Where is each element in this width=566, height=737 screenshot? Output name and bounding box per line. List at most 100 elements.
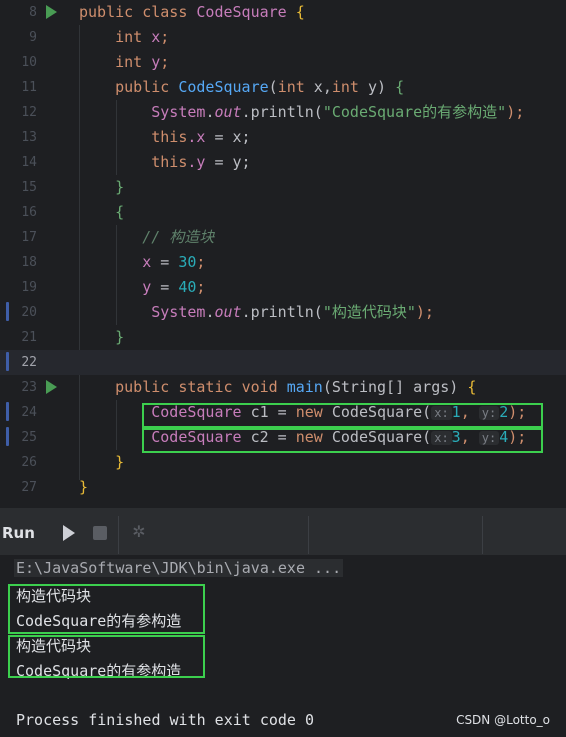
console-output[interactable]: E:\JavaSoftware\JDK\bin\java.exe ... 构造代… — [0, 555, 566, 737]
keyword: public — [115, 78, 170, 96]
class-ref: System — [151, 303, 206, 321]
keyword: int — [115, 53, 143, 71]
keyword: class — [142, 3, 188, 21]
stop-icon[interactable] — [93, 526, 107, 540]
field: x — [142, 253, 152, 271]
class-name: CodeSquare — [196, 3, 287, 21]
code-line: 14 this.y = y; — [0, 150, 566, 175]
field: .y — [187, 153, 206, 171]
line-number: 17 — [21, 230, 37, 245]
number: 40 — [178, 278, 197, 296]
code-line: 17 // 构造块 — [0, 225, 566, 250]
run-gutter-icon[interactable] — [46, 5, 57, 19]
line-number: 12 — [21, 105, 37, 120]
highlight-box — [8, 584, 205, 634]
params: (String[] args) — [322, 378, 468, 396]
punct: ; — [160, 53, 170, 71]
debug-icon[interactable]: ✲ — [130, 523, 148, 541]
punct: ); — [415, 303, 434, 321]
comment: // 构造块 — [142, 228, 215, 246]
line-number: 11 — [21, 80, 37, 95]
number: 30 — [178, 253, 197, 271]
code-line: 21 } — [0, 325, 566, 350]
op: = — [151, 253, 179, 271]
op: = — [151, 278, 179, 296]
brace: } — [115, 178, 125, 196]
line-number: 8 — [29, 5, 37, 20]
assign: = x; — [205, 128, 251, 146]
line-number: 21 — [21, 330, 37, 345]
code-line: 15 } — [0, 175, 566, 200]
watermark: CSDN @Lotto_o — [456, 713, 550, 727]
assign: = y; — [205, 153, 251, 171]
toolbar-divider — [118, 516, 119, 554]
brace: { — [115, 203, 125, 221]
rerun-icon[interactable] — [63, 525, 76, 541]
punct: ; — [196, 253, 206, 271]
punct: ); — [506, 103, 525, 121]
code-line: 13 this.x = x; — [0, 125, 566, 150]
code-line: 8 public class CodeSquare { — [0, 0, 566, 25]
code-line: 12 System.out.println("CodeSquare的有参构造")… — [0, 100, 566, 125]
console-exit-line: Process finished with exit code 0 — [16, 711, 315, 729]
change-marker — [6, 402, 9, 421]
change-marker — [6, 352, 9, 371]
line-number: 19 — [21, 280, 37, 295]
code-editor[interactable]: 8 public class CodeSquare { 9 int x; 10 … — [0, 0, 566, 507]
punct: ; — [160, 28, 170, 46]
punct: ( — [268, 78, 278, 96]
code-line: 23 public static void main(String[] args… — [0, 375, 566, 400]
param: x, — [304, 78, 332, 96]
line-number: 13 — [21, 130, 37, 145]
code-line: 18 x = 30; — [0, 250, 566, 275]
keyword: int — [277, 78, 305, 96]
line-number: 9 — [29, 30, 37, 45]
console-command-line: E:\JavaSoftware\JDK\bin\java.exe ... — [14, 559, 344, 577]
field: y — [151, 53, 161, 71]
brace: { — [467, 378, 477, 396]
keyword: this — [151, 128, 188, 146]
highlight-box — [142, 428, 543, 453]
run-panel-title[interactable]: Run — [2, 524, 35, 542]
keyword: public — [79, 3, 134, 21]
toolbar-divider — [308, 516, 309, 554]
keyword: static — [178, 378, 233, 396]
change-marker — [6, 302, 9, 321]
keyword: int — [115, 28, 143, 46]
keyword: public — [115, 378, 170, 396]
static-field: out — [214, 303, 242, 321]
method: .println( — [241, 303, 323, 321]
brace: } — [79, 478, 89, 496]
code-line: 16 { — [0, 200, 566, 225]
line-number: 27 — [21, 480, 37, 495]
line-number: 26 — [21, 455, 37, 470]
line-number: 15 — [21, 180, 37, 195]
brace: { — [395, 78, 405, 96]
toolbar-divider — [482, 516, 483, 554]
code-line: 11 public CodeSquare(int x,int y) { — [0, 75, 566, 100]
field: y — [142, 278, 152, 296]
line-number: 10 — [21, 55, 37, 70]
highlight-box — [142, 403, 543, 428]
code-line: 19 y = 40; — [0, 275, 566, 300]
method: .println( — [241, 103, 323, 121]
line-number: 18 — [21, 255, 37, 270]
code-line: 27 } — [0, 475, 566, 500]
code-line: 9 int x; — [0, 25, 566, 50]
method-name: main — [286, 378, 323, 396]
class-ref: System — [151, 103, 206, 121]
constructor-name: CodeSquare — [178, 78, 269, 96]
current-code-line: 22 — [0, 350, 566, 375]
brace: } — [115, 328, 125, 346]
highlight-box — [8, 635, 205, 678]
code-line: 26 } — [0, 450, 566, 475]
static-field: out — [214, 103, 242, 121]
code-line: 10 int y; — [0, 50, 566, 75]
run-gutter-icon[interactable] — [46, 380, 57, 394]
keyword: void — [241, 378, 278, 396]
keyword: int — [331, 78, 359, 96]
string-literal: "CodeSquare的有参构造" — [322, 103, 507, 121]
field: x — [151, 28, 161, 46]
code-line: 20 System.out.println("构造代码块"); — [0, 300, 566, 325]
line-number: 23 — [21, 380, 37, 395]
